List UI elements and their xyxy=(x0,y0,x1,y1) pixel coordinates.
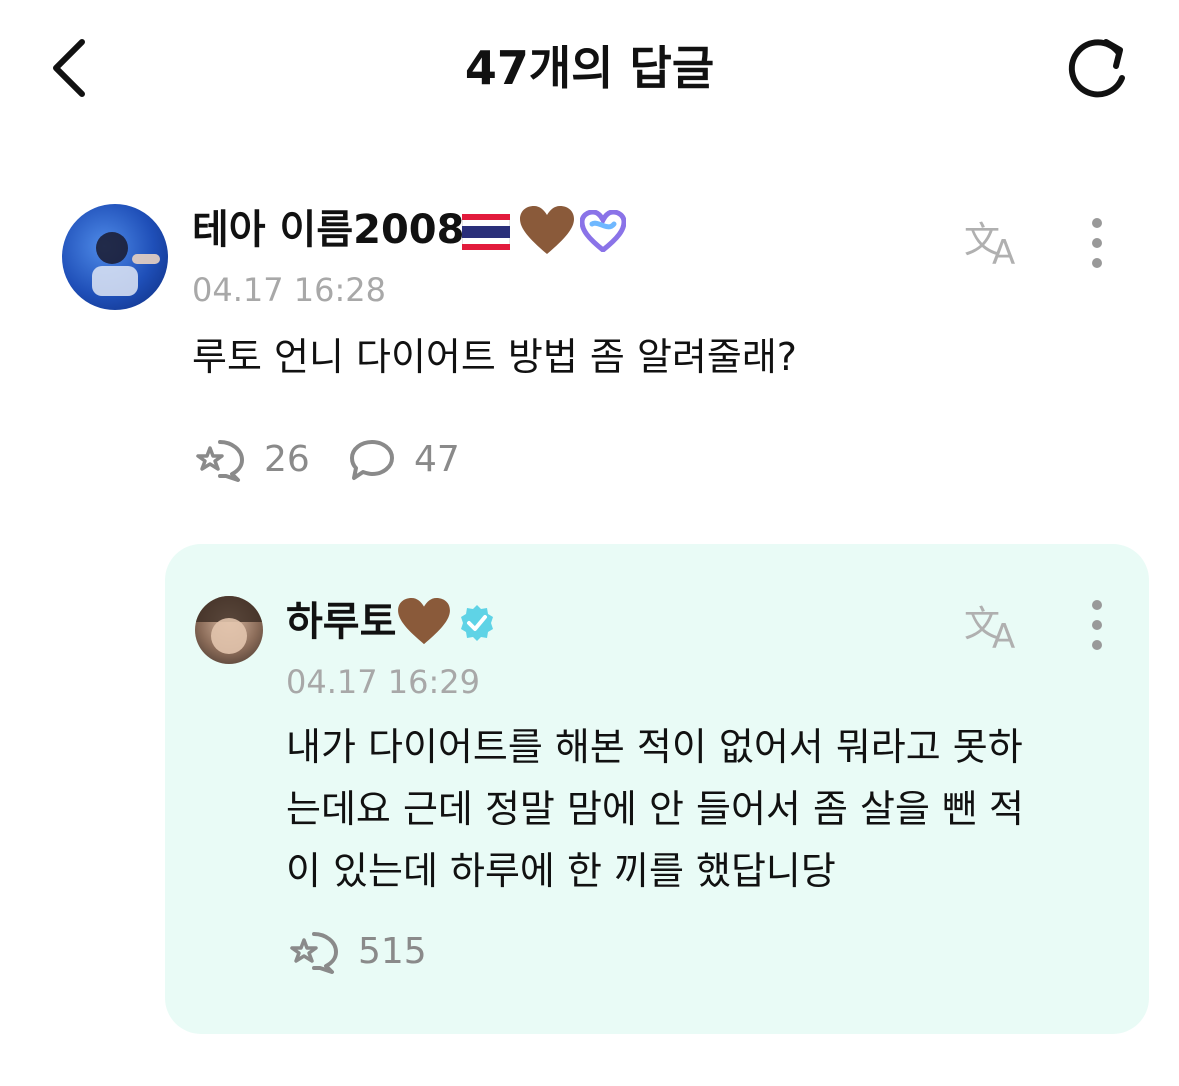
reply-translate-button[interactable]: 文 A xyxy=(962,596,1030,657)
reply-timestamp: 04.17 16:29 xyxy=(286,663,480,701)
like-button[interactable] xyxy=(194,438,246,482)
comment-text: 루토 언니 다이어트 방법 좀 알려줄래? xyxy=(192,335,797,379)
username-text: 하루토 xyxy=(286,599,397,645)
more-options-button[interactable] xyxy=(1080,216,1114,270)
reply-text-line: 는데요 근데 정말 맘에 안 들어서 좀 살을 뺀 적 xyxy=(286,787,1024,831)
thailand-flag-icon xyxy=(462,214,510,250)
page-title: 47개의 답글 xyxy=(464,41,715,95)
reply-more-options-button[interactable] xyxy=(1080,598,1114,652)
username-text: 테아 이름2008 xyxy=(192,207,465,253)
translate-button[interactable]: 文 A xyxy=(962,212,1030,273)
refresh-button[interactable] xyxy=(1060,32,1140,104)
translate-icon: 文 A xyxy=(964,220,1015,273)
reply-count: 47 xyxy=(414,439,460,480)
reply-text-line: 이 있는데 하루에 한 끼를 했답니당 xyxy=(286,849,836,893)
avatar-photo-icon xyxy=(92,232,160,296)
brown-heart-icon xyxy=(398,598,450,645)
reply-text: 내가 다이어트를 해본 적이 없어서 뭐라고 못하 는데요 근데 정말 맘에 안… xyxy=(286,716,1126,902)
svg-text:A: A xyxy=(992,233,1015,272)
like-star-bubble-icon xyxy=(196,440,244,482)
purple-heart-badge-icon xyxy=(580,210,626,252)
main-comment: 테아 이름2008 04.17 16:28 文 A 루토 언니 다이어트 방법 … xyxy=(0,190,1179,510)
reply-text-line: 내가 다이어트를 해본 적이 없어서 뭐라고 못하 xyxy=(286,725,1023,769)
like-star-bubble-icon xyxy=(290,932,338,974)
translate-icon: 文 A xyxy=(964,604,1015,657)
more-vertical-icon xyxy=(1092,218,1102,268)
reply-like-button[interactable] xyxy=(288,930,340,974)
avatar[interactable] xyxy=(62,204,168,310)
reply-avatar[interactable] xyxy=(195,596,263,664)
avatar-photo-icon xyxy=(195,596,263,654)
comment-timestamp: 04.17 16:28 xyxy=(192,271,386,309)
reply-button[interactable] xyxy=(348,438,396,482)
svg-text:A: A xyxy=(992,617,1015,656)
comment-username[interactable]: 테아 이름2008 xyxy=(192,204,464,256)
refresh-icon xyxy=(1068,39,1125,98)
reply-like-count: 515 xyxy=(358,931,427,972)
comment-bubble-icon xyxy=(350,440,394,480)
brown-heart-icon xyxy=(520,206,574,254)
verified-badge-icon xyxy=(461,605,493,641)
header-bar: 47개의 답글 xyxy=(0,0,1179,140)
more-vertical-icon xyxy=(1092,600,1102,650)
like-count: 26 xyxy=(264,439,310,480)
reply-username[interactable]: 하루토 xyxy=(286,596,396,648)
